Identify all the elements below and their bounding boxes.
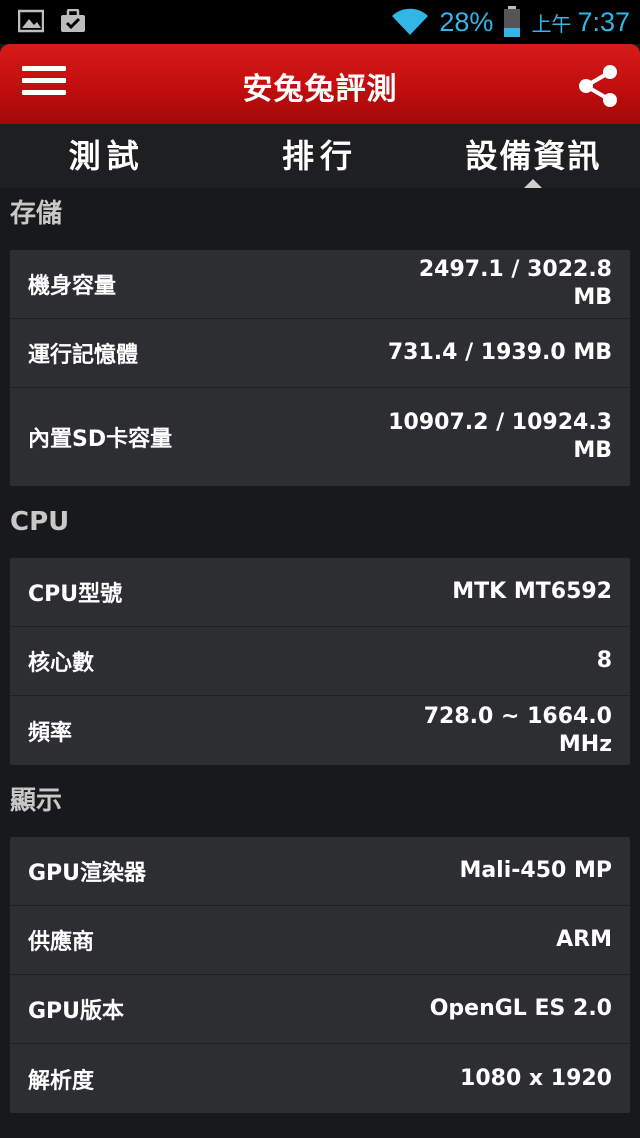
- gallery-icon: [18, 9, 44, 33]
- status-bar: 28% 上午 7:37: [0, 0, 640, 44]
- row-phone-storage: 機身容量 2497.1 / 3022.8 MB: [10, 250, 630, 319]
- tab-bar: 測試 排行 設備資訊: [0, 124, 640, 188]
- display-card: GPU渲染器 Mali-450 MP 供應商 ARM GPU版本 OpenGL …: [10, 837, 630, 1113]
- row-cpu-frequency: 頻率 728.0 ~ 1664.0 MHz: [10, 696, 630, 765]
- storage-card: 機身容量 2497.1 / 3022.8 MB 運行記憶體 731.4 / 19…: [10, 250, 630, 486]
- row-value: ARM: [556, 927, 612, 952]
- clock-time: 7:37: [577, 6, 630, 37]
- tab-ranking[interactable]: 排行: [213, 124, 426, 188]
- section-title-cpu: CPU: [10, 507, 70, 537]
- app-title: 安兔兔評測: [242, 72, 398, 107]
- clock-ampm: 上午: [531, 11, 572, 36]
- row-label: CPU型號: [28, 582, 123, 607]
- row-value: MTK MT6592: [452, 579, 612, 604]
- task-done-icon: [61, 9, 85, 32]
- section-title-storage: 存儲: [10, 199, 63, 229]
- row-value: 2497.1 / 3022.8 MB: [418, 257, 612, 310]
- row-gpu-version: GPU版本 OpenGL ES 2.0: [10, 975, 630, 1044]
- row-value: Mali-450 MP: [459, 858, 612, 883]
- row-label: GPU版本: [28, 999, 125, 1024]
- row-cpu-cores: 核心數 8: [10, 627, 630, 696]
- row-label: 供應商: [28, 930, 95, 955]
- row-ram: 運行記憶體 731.4 / 1939.0 MB: [10, 319, 630, 388]
- app-bar: 安兔兔評測: [0, 44, 640, 124]
- row-label: 運行記憶體: [28, 343, 139, 368]
- row-value: OpenGL ES 2.0: [429, 996, 612, 1021]
- row-label: GPU渲染器: [28, 861, 147, 886]
- row-label: 核心數: [28, 651, 95, 676]
- tab-test[interactable]: 測試: [0, 124, 213, 188]
- row-value: 728.0 ~ 1664.0 MHz: [423, 703, 612, 757]
- device-info-content: 存儲 機身容量 2497.1 / 3022.8 MB 運行記憶體 731.4 /…: [0, 188, 640, 1113]
- row-value: 731.4 / 1939.0 MB: [387, 340, 612, 365]
- row-resolution: 解析度 1080 x 1920: [10, 1044, 630, 1113]
- wifi-icon: [392, 8, 429, 35]
- cpu-card: CPU型號 MTK MT6592 核心數 8 頻率 728.0 ~ 1664.0…: [10, 558, 630, 765]
- battery-icon: [504, 6, 521, 37]
- row-gpu-renderer: GPU渲染器 Mali-450 MP: [10, 837, 630, 906]
- row-label: 機身容量: [28, 274, 117, 299]
- row-internal-sd: 內置SD卡容量 10907.2 / 10924.3 MB: [10, 388, 630, 486]
- share-icon[interactable]: [576, 64, 620, 108]
- row-gpu-vendor: 供應商 ARM: [10, 906, 630, 975]
- battery-percent: 28%: [439, 6, 494, 37]
- tab-device-info[interactable]: 設備資訊: [427, 124, 640, 188]
- row-cpu-model: CPU型號 MTK MT6592: [10, 558, 630, 627]
- row-label: 頻率: [28, 720, 73, 746]
- row-value: 8: [596, 648, 612, 673]
- section-title-display: 顯示: [10, 786, 63, 816]
- row-value: 10907.2 / 10924.3 MB: [388, 410, 612, 463]
- row-label: 內置SD卡容量: [28, 427, 173, 452]
- row-label: 解析度: [28, 1068, 95, 1094]
- row-value: 1080 x 1920: [460, 1065, 612, 1091]
